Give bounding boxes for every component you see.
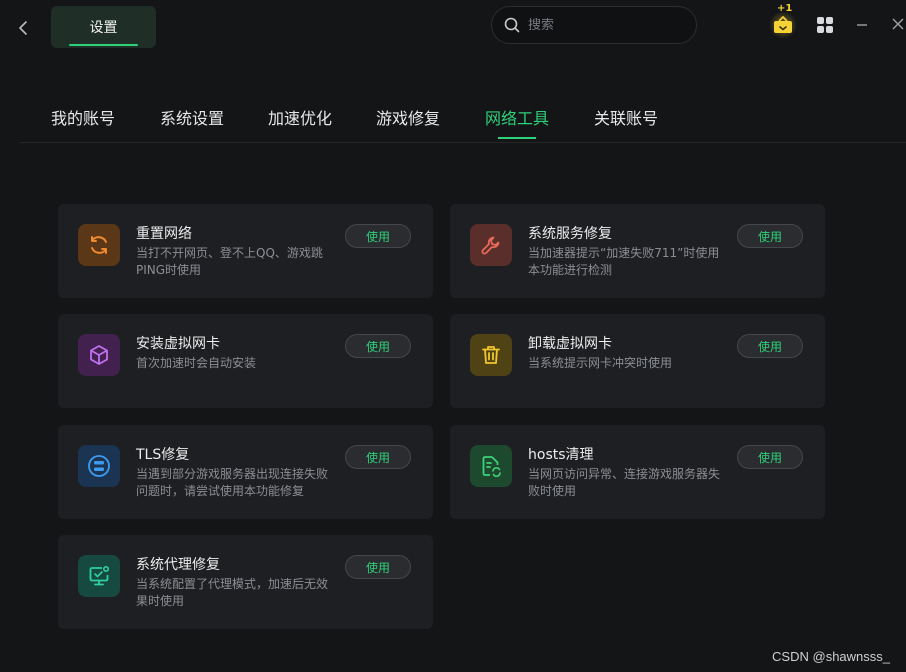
search-input[interactable] [528, 17, 688, 33]
title-bar: 设置 +1 [0, 0, 906, 56]
use-button-uninstall-virtual-nic[interactable]: 使用 [737, 334, 803, 358]
use-button-system-service-repair[interactable]: 使用 [737, 224, 803, 248]
close-button[interactable] [890, 15, 906, 35]
install-nic-icon-box [78, 334, 120, 376]
chevron-left-icon [19, 21, 27, 35]
tool-description: 当网页访问异常、连接游戏服务器失败时使用 [528, 467, 721, 498]
tool-title: hosts清理 [528, 447, 594, 463]
tool-description: 当打不开网页、登不上QQ、游戏跳PING时使用 [136, 246, 323, 277]
tab-acceleration[interactable]: 加速优化 [268, 105, 332, 129]
reward-button[interactable]: +1 [764, 3, 802, 40]
reset-network-icon-box [78, 224, 120, 266]
gift-box-icon [774, 16, 792, 33]
tool-description: 当系统配置了代理模式，加速后无效果时使用 [136, 577, 329, 608]
tool-title: 安装虚拟网卡 [136, 336, 220, 352]
watermark: CSDN @shawnsss_ [772, 649, 890, 664]
tab-game-repair[interactable]: 游戏修复 [376, 105, 440, 129]
use-button-hosts-cleanup[interactable]: 使用 [737, 445, 803, 469]
tls-icon [88, 455, 110, 477]
tls-repair-icon-box [78, 445, 120, 487]
apps-button[interactable] [815, 15, 835, 35]
title-tab-indicator [69, 44, 138, 46]
tool-title: 系统服务修复 [528, 226, 612, 242]
system-proxy-icon-box [78, 555, 120, 597]
search-box[interactable] [491, 6, 697, 44]
tab-label: 系统设置 [160, 109, 225, 128]
back-button[interactable] [14, 16, 32, 40]
refresh-icon [91, 236, 107, 254]
tab-system-settings[interactable]: 系统设置 [160, 105, 224, 129]
file-sync-icon [482, 456, 501, 477]
tool-title: 重置网络 [136, 226, 192, 242]
uninstall-nic-icon-box [470, 334, 512, 376]
system-service-icon-box [470, 224, 512, 266]
tool-description: 首次加速时会自动安装 [136, 356, 257, 370]
tab-label: 我的账号 [51, 109, 116, 128]
settings-tabs: 我的账号 系统设置 加速优化 游戏修复 网络工具 关联账号 [20, 98, 906, 143]
settings-title-tab[interactable]: 设置 [51, 6, 156, 48]
tab-label: 游戏修复 [376, 109, 441, 128]
tool-card-reset-network: 重置网络 当打不开网页、登不上QQ、游戏跳PING时使用 使用 [58, 204, 433, 298]
use-button-tls-repair[interactable]: 使用 [345, 445, 411, 469]
reward-badge: +1 [777, 3, 793, 14]
minimize-button[interactable] [853, 15, 871, 35]
tool-card-tls-repair: TLS修复 当遇到部分游戏服务器出现连接失败问题时，请尝试使用本功能修复 使用 [58, 425, 433, 519]
tool-card-install-virtual-nic: 安装虚拟网卡 首次加速时会自动安装 使用 [58, 314, 433, 408]
cube-icon [90, 345, 108, 365]
tool-card-hosts-cleanup: hosts清理 当网页访问异常、连接游戏服务器失败时使用 使用 [450, 425, 825, 519]
tool-description: 当加速器提示“加速失败711”时使用本功能进行检测 [528, 246, 720, 277]
use-button-system-proxy-repair[interactable]: 使用 [345, 555, 411, 579]
tool-title: TLS修复 [136, 447, 190, 463]
tool-description: 当遇到部分游戏服务器出现连接失败问题时，请尝试使用本功能修复 [136, 467, 329, 498]
use-button-reset-network[interactable]: 使用 [345, 224, 411, 248]
wrench-icon [481, 236, 500, 255]
tool-card-system-proxy-repair: 系统代理修复 当系统配置了代理模式，加速后无效果时使用 使用 [58, 535, 433, 629]
search-icon [504, 17, 520, 33]
tool-card-system-service-repair: 系统服务修复 当加速器提示“加速失败711”时使用本功能进行检测 使用 [450, 204, 825, 298]
settings-title-label: 设置 [89, 20, 118, 36]
tab-linked-accounts[interactable]: 关联账号 [594, 105, 658, 129]
trash-icon [482, 346, 500, 364]
tool-title: 卸载虚拟网卡 [528, 336, 612, 352]
close-icon [892, 18, 904, 30]
tab-label: 加速优化 [268, 109, 333, 128]
tab-network-tools[interactable]: 网络工具 [485, 105, 550, 139]
tool-description: 当系统提示网卡冲突时使用 [528, 356, 673, 370]
tab-my-account[interactable]: 我的账号 [51, 105, 115, 129]
tool-title: 系统代理修复 [136, 557, 220, 573]
tab-label: 网络工具 [485, 109, 550, 128]
hosts-cleanup-icon-box [470, 445, 512, 487]
use-button-install-virtual-nic[interactable]: 使用 [345, 334, 411, 358]
active-tab-indicator [498, 137, 537, 139]
apps-grid-icon [817, 17, 833, 33]
monitor-icon [89, 565, 109, 586]
minimize-icon [857, 24, 867, 26]
tab-label: 关联账号 [594, 109, 659, 128]
tool-card-uninstall-virtual-nic: 卸载虚拟网卡 当系统提示网卡冲突时使用 使用 [450, 314, 825, 408]
